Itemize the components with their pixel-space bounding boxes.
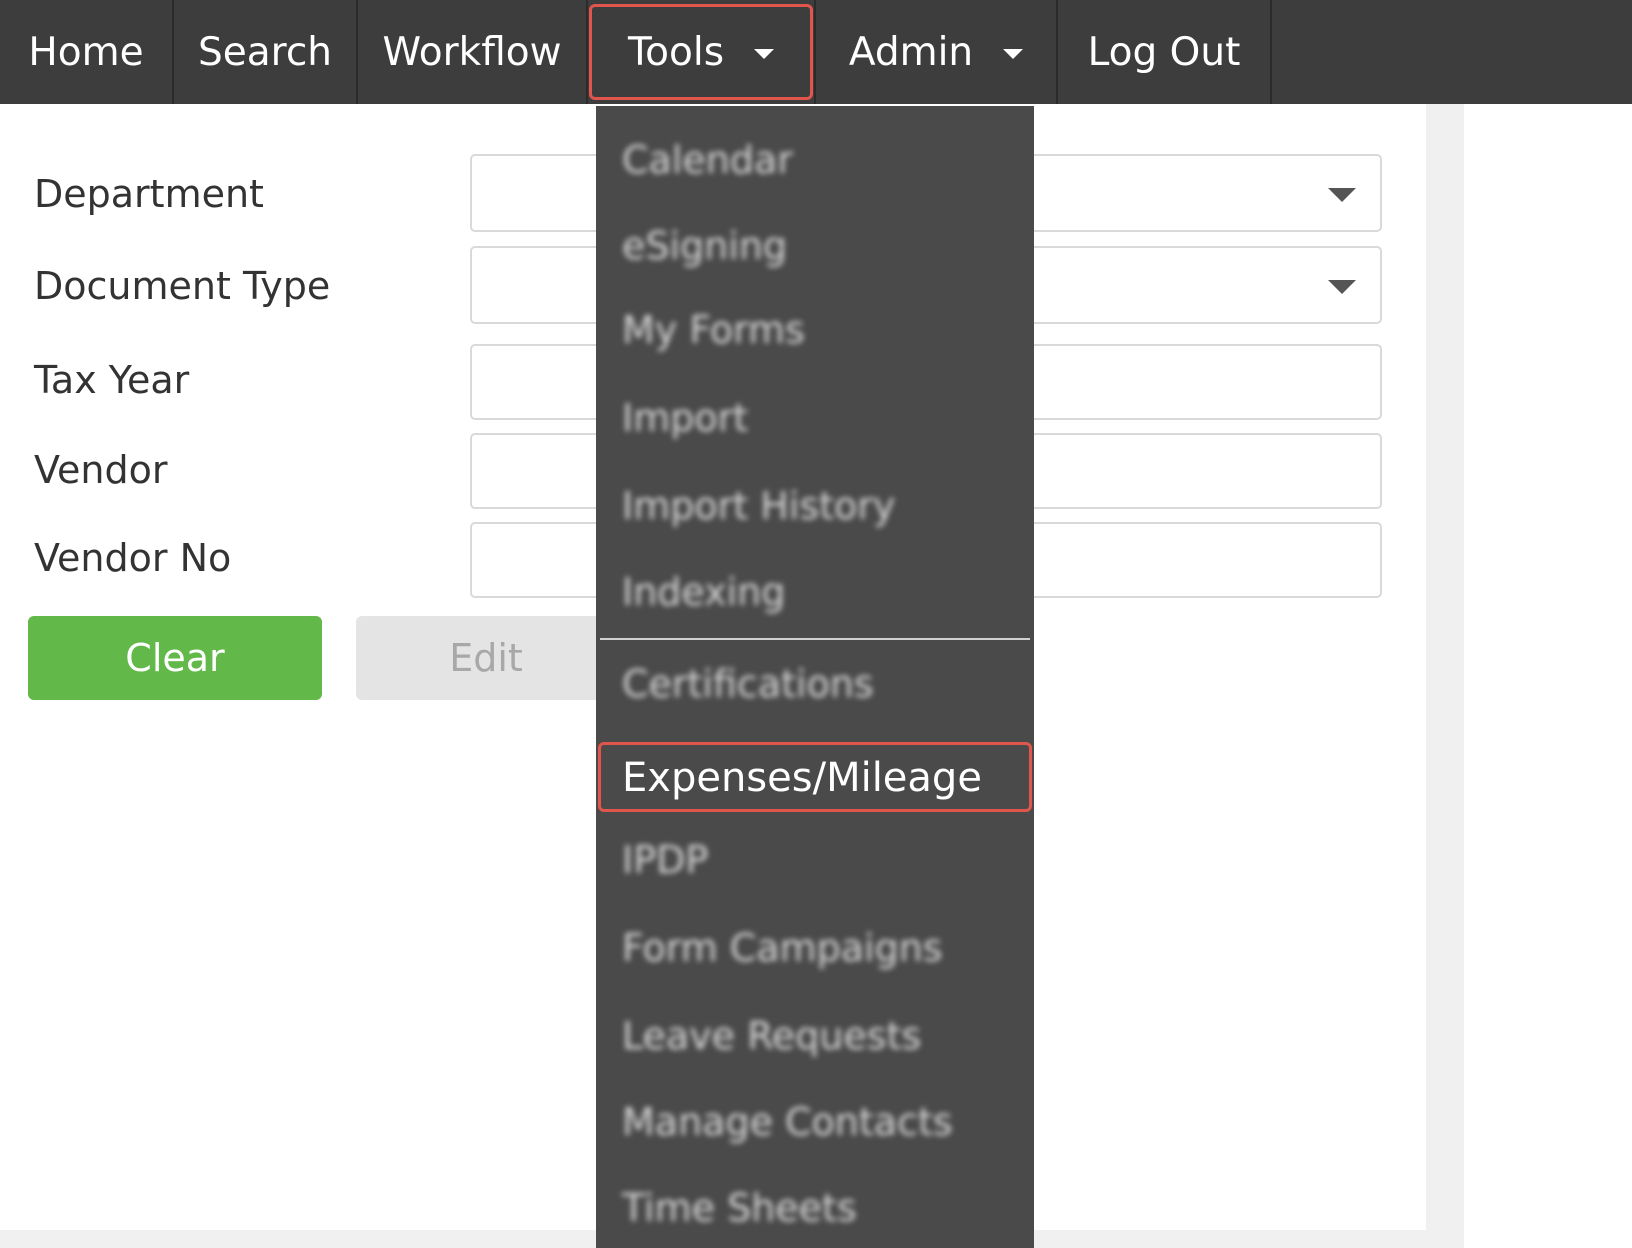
menu-item-calendar[interactable]: Calendar bbox=[596, 120, 1034, 200]
nav-admin-label: Admin bbox=[848, 29, 974, 75]
nav-logout[interactable]: Log Out bbox=[1058, 0, 1272, 104]
content-border-right bbox=[1426, 104, 1464, 1234]
clear-button-label: Clear bbox=[125, 636, 225, 680]
menu-item-time-sheets[interactable]: Time Sheets bbox=[596, 1168, 1034, 1248]
nav-tools-menu[interactable]: Tools bbox=[588, 0, 816, 104]
nav-tools-label: Tools bbox=[627, 29, 725, 75]
edit-button-label: Edit bbox=[449, 636, 523, 680]
menu-item-import[interactable]: Import bbox=[596, 378, 1034, 458]
menu-item-manage-contacts[interactable]: Manage Contacts bbox=[596, 1082, 1034, 1162]
menu-divider bbox=[600, 638, 1030, 640]
menu-item-label: Import bbox=[622, 396, 749, 440]
menu-item-my-forms[interactable]: My Forms bbox=[596, 290, 1034, 370]
menu-item-leave-requests[interactable]: Leave Requests bbox=[596, 996, 1034, 1076]
chevron-down-icon bbox=[754, 49, 775, 59]
menu-item-label: Expenses/Mileage bbox=[622, 755, 982, 801]
nav-workflow-label: Workflow bbox=[382, 29, 562, 75]
edit-button[interactable]: Edit bbox=[356, 616, 616, 700]
tools-dropdown-menu: Calendar eSigning My Forms Import Import… bbox=[596, 106, 1034, 1248]
menu-item-label: Import History bbox=[622, 484, 896, 528]
menu-item-esigning[interactable]: eSigning bbox=[596, 206, 1034, 286]
menu-item-label: Leave Requests bbox=[622, 1014, 922, 1058]
nav-search-label: Search bbox=[198, 29, 332, 75]
nav-workflow[interactable]: Workflow bbox=[358, 0, 588, 104]
menu-item-label: Certifications bbox=[622, 662, 874, 706]
nav-home-label: Home bbox=[28, 29, 144, 75]
menu-item-ipdp[interactable]: IPDP bbox=[596, 820, 1034, 900]
menu-item-label: My Forms bbox=[622, 308, 805, 352]
menu-item-label: IPDP bbox=[622, 838, 709, 882]
menu-item-label: Calendar bbox=[622, 138, 793, 182]
vendor-label: Vendor bbox=[34, 448, 168, 492]
clear-button[interactable]: Clear bbox=[28, 616, 322, 700]
menu-item-label: Form Campaigns bbox=[622, 926, 943, 970]
menu-item-label: Manage Contacts bbox=[622, 1100, 953, 1144]
top-navbar: Home Search Workflow Tools Admin Log Out bbox=[0, 0, 1632, 104]
menu-item-import-history[interactable]: Import History bbox=[596, 466, 1034, 546]
menu-item-expenses-mileage[interactable]: Expenses/Mileage bbox=[596, 738, 1034, 818]
nav-home[interactable]: Home bbox=[0, 0, 174, 104]
nav-search[interactable]: Search bbox=[174, 0, 358, 104]
chevron-down-icon bbox=[1003, 49, 1024, 59]
menu-item-form-campaigns[interactable]: Form Campaigns bbox=[596, 908, 1034, 988]
nav-logout-label: Log Out bbox=[1087, 29, 1241, 75]
vendor-no-label: Vendor No bbox=[34, 536, 232, 580]
menu-item-indexing[interactable]: Indexing bbox=[596, 552, 1034, 632]
menu-item-label: eSigning bbox=[622, 224, 788, 268]
menu-item-label: Time Sheets bbox=[622, 1186, 857, 1230]
menu-item-label: Indexing bbox=[622, 570, 786, 614]
department-label: Department bbox=[34, 172, 264, 216]
nav-admin-menu[interactable]: Admin bbox=[816, 0, 1058, 104]
tax-year-label: Tax Year bbox=[34, 358, 190, 402]
document-type-label: Document Type bbox=[34, 264, 331, 308]
menu-item-certifications[interactable]: Certifications bbox=[596, 644, 1034, 724]
